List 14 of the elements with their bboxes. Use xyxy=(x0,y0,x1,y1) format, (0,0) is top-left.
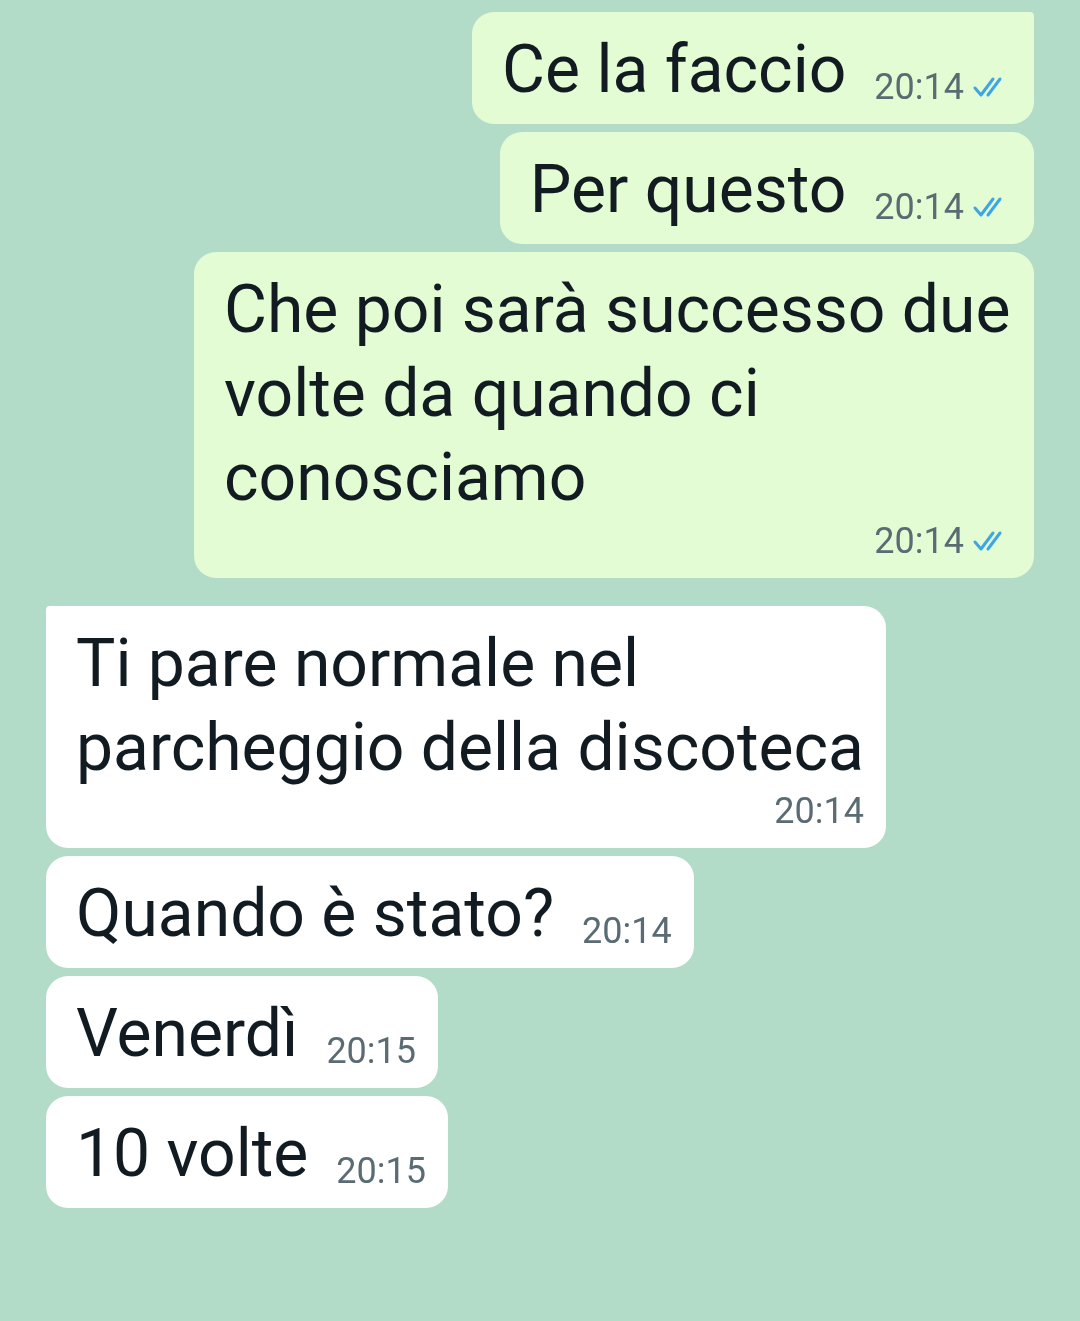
message-time: 20:14 xyxy=(582,910,672,952)
message-time: 20:15 xyxy=(336,1150,426,1192)
message-text: Ce la faccio xyxy=(502,30,847,110)
message-time: 20:14 xyxy=(874,520,964,562)
message-text: Venerdì xyxy=(76,994,299,1074)
message-text: Ti pare normale nel parcheggio della discoteca xyxy=(76,624,864,788)
message-time: 20:14 xyxy=(874,66,964,108)
message-text: Che poi sarà successo due volte da quando ci conosciamo xyxy=(224,270,1012,518)
message-text: 10 volte xyxy=(76,1114,309,1194)
message-time: 20:14 xyxy=(874,186,964,228)
message-time: 20:14 xyxy=(774,790,864,832)
message-text: Quando è stato? xyxy=(76,874,555,954)
message-time: 20:15 xyxy=(326,1030,417,1072)
message-text: Per questo xyxy=(529,150,847,230)
